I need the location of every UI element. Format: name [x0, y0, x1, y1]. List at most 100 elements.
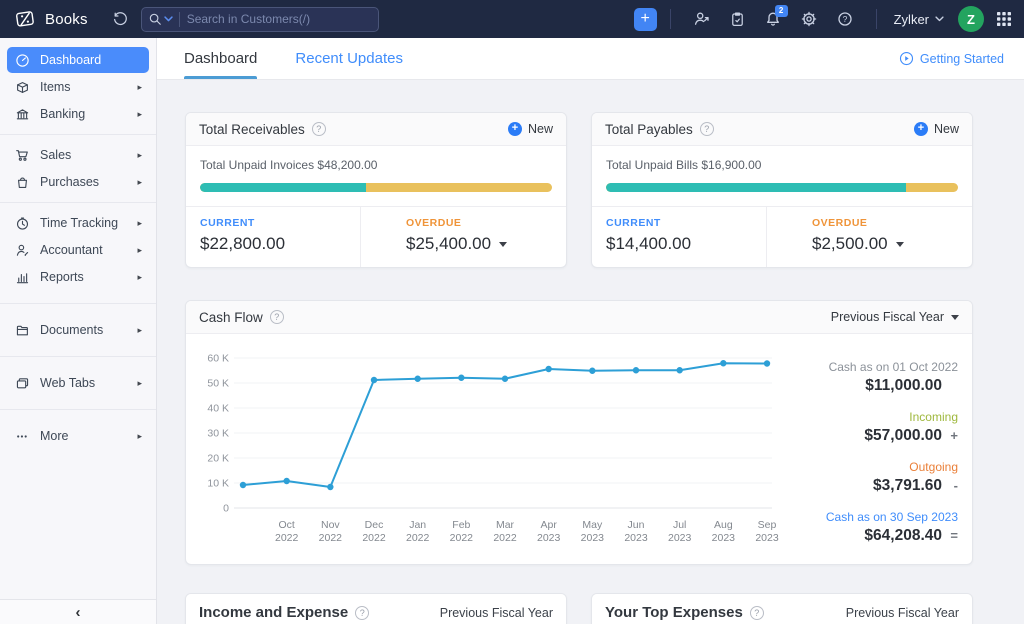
collapse-chevron-left-icon: ‹: [76, 604, 81, 621]
documents-folder-icon: [15, 323, 30, 338]
top-expenses-period-filter[interactable]: Previous Fiscal Year: [846, 606, 959, 620]
payables-title: Total Payables: [605, 122, 693, 137]
sidebar-item-label: Time Tracking: [40, 216, 137, 230]
sidebar-item-label: More: [40, 429, 137, 443]
topbar-separator: [670, 9, 671, 29]
dashboard-gauge-icon: [15, 53, 30, 68]
sidebar-item-banking[interactable]: Banking▸: [7, 101, 149, 127]
org-selector[interactable]: Zylker: [894, 12, 944, 27]
receivables-summary: Total Unpaid Invoices $48,200.00: [200, 158, 552, 172]
search-scope-chevron-down-icon[interactable]: [164, 16, 173, 22]
topbar: Books +: [0, 0, 1024, 38]
chevron-right-icon: ▸: [137, 245, 142, 256]
app-logo[interactable]: Books: [14, 8, 88, 30]
svg-text:Mar: Mar: [496, 519, 515, 531]
chevron-right-icon: ▸: [137, 378, 142, 389]
svg-text:2022: 2022: [362, 532, 386, 544]
svg-text:Oct: Oct: [278, 519, 294, 531]
caret-down-icon[interactable]: [896, 242, 904, 247]
sidebar-item-label: Dashboard: [40, 53, 142, 67]
svg-text:Jun: Jun: [628, 519, 645, 531]
plus-circle-icon: +: [914, 122, 928, 136]
search-input[interactable]: [187, 12, 372, 26]
history-icon[interactable]: [112, 11, 129, 28]
opening-balance-row: Cash as on 01 Oct 2022 $11,000.00: [780, 360, 958, 395]
caret-down-icon[interactable]: [499, 242, 507, 247]
payables-new-button[interactable]: + New: [914, 122, 959, 136]
sidebar-item-label: Accountant: [40, 243, 137, 257]
web-tabs-icon: [15, 376, 30, 391]
page-tabs: Dashboard Recent Updates Getting Started: [157, 38, 1024, 80]
svg-text:Aug: Aug: [714, 519, 733, 531]
caret-down-icon: [951, 315, 959, 320]
sidebar-item-purchases[interactable]: Purchases▸: [7, 169, 149, 195]
sidebar-divider: [0, 202, 156, 203]
total-payables-card: Total Payables ? + New Total Unpaid Bill…: [591, 112, 973, 268]
sidebar-item-documents[interactable]: Documents▸: [7, 317, 149, 343]
cash-flow-card: Cash Flow ? Previous Fiscal Year 010 K20…: [185, 300, 973, 565]
help-icon[interactable]: ?: [355, 606, 369, 620]
apps-grid-icon[interactable]: [996, 11, 1012, 27]
sidebar-item-items[interactable]: Items▸: [7, 74, 149, 100]
svg-text:2023: 2023: [537, 532, 561, 544]
accountant-person-icon: [15, 243, 30, 258]
referral-user-icon[interactable]: [693, 10, 711, 28]
sidebar-item-label: Purchases: [40, 175, 137, 189]
svg-text:2023: 2023: [624, 532, 648, 544]
sidebar-item-time-tracking[interactable]: Time Tracking▸: [7, 210, 149, 236]
sidebar-item-dashboard[interactable]: Dashboard: [7, 47, 149, 73]
help-icon[interactable]: ?: [700, 122, 714, 136]
svg-text:2023: 2023: [755, 532, 779, 544]
help-icon[interactable]: ?: [270, 310, 284, 324]
top-expenses-card: Your Top Expenses ? Previous Fiscal Year: [591, 593, 973, 624]
top-expenses-title: Your Top Expenses: [605, 604, 743, 621]
sidebar-item-web-tabs[interactable]: Web Tabs▸: [7, 370, 149, 396]
outgoing-row: Outgoing $3,791.60-: [780, 460, 958, 495]
svg-text:0: 0: [223, 503, 229, 515]
svg-text:60 K: 60 K: [207, 353, 229, 365]
topbar-separator: [876, 9, 877, 29]
payables-current-value: $14,400.00: [606, 234, 691, 254]
sidebar-item-reports[interactable]: Reports▸: [7, 264, 149, 290]
cash-flow-period-filter[interactable]: Previous Fiscal Year: [831, 310, 959, 324]
svg-text:Apr: Apr: [540, 519, 557, 531]
receivables-new-button[interactable]: + New: [508, 122, 553, 136]
settings-gear-icon[interactable]: [800, 10, 818, 28]
tab-recent-updates[interactable]: Recent Updates: [295, 38, 403, 79]
incoming-row: Incoming $57,000.00+: [780, 410, 958, 445]
income-expense-card: Income and Expense ? Previous Fiscal Yea…: [185, 593, 567, 624]
svg-text:2022: 2022: [406, 532, 430, 544]
payables-overdue-col: OVERDUE $2,500.00: [766, 207, 972, 267]
receivables-title: Total Receivables: [199, 122, 305, 137]
chevron-right-icon: ▸: [137, 325, 142, 336]
user-avatar[interactable]: Z: [958, 6, 984, 32]
tasks-clipboard-icon[interactable]: [729, 11, 746, 28]
tab-dashboard[interactable]: Dashboard: [184, 38, 257, 79]
sidebar-item-label: Web Tabs: [40, 376, 137, 390]
income-expense-period-filter[interactable]: Previous Fiscal Year: [440, 606, 553, 620]
help-icon[interactable]: ?: [836, 10, 854, 28]
sidebar-divider: [0, 409, 156, 410]
sidebar-divider: [0, 356, 156, 357]
sidebar-item-more[interactable]: More▸: [7, 423, 149, 449]
svg-text:Sep: Sep: [758, 519, 777, 531]
notifications-bell-icon[interactable]: 2: [764, 10, 782, 28]
org-name: Zylker: [894, 12, 929, 27]
cash-flow-chart: 010 K20 K30 K40 K50 K60 KOct2022Nov2022D…: [192, 342, 780, 560]
sidebar-collapse-button[interactable]: ‹: [0, 599, 156, 624]
receivables-current-value: $22,800.00: [200, 234, 285, 254]
search-icon: [148, 12, 162, 26]
quick-create-add-icon[interactable]: +: [634, 8, 657, 31]
sidebar-item-accountant[interactable]: Accountant▸: [7, 237, 149, 263]
sidebar-item-sales[interactable]: Sales▸: [7, 142, 149, 168]
cash-flow-summary-panel: Cash as on 01 Oct 2022 $11,000.00 Incomi…: [780, 342, 958, 560]
payables-overdue-value: $2,500.00: [812, 234, 888, 254]
ellipsis-icon: [15, 429, 30, 444]
items-box-icon: [15, 80, 30, 95]
notification-count-badge: 2: [775, 5, 788, 17]
getting-started-link[interactable]: Getting Started: [899, 38, 1004, 79]
closing-balance-link[interactable]: Cash as on 30 Sep 2023: [780, 510, 958, 524]
sidebar-item-label: Sales: [40, 148, 137, 162]
help-icon[interactable]: ?: [312, 122, 326, 136]
help-icon[interactable]: ?: [750, 606, 764, 620]
